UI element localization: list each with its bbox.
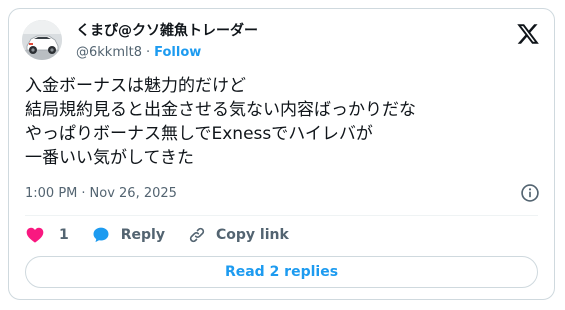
read-replies-label: Read 2 replies — [224, 264, 339, 280]
follow-button[interactable]: Follow — [154, 44, 201, 61]
tweet-actions: 1 Reply Copy link — [25, 224, 311, 246]
link-icon — [189, 227, 205, 243]
tweet-text-line: 一番いい気がしてきた — [25, 148, 194, 168]
like-button[interactable]: 1 — [25, 225, 69, 245]
timestamp-separator: · — [81, 186, 86, 201]
reply-label: Reply — [120, 227, 165, 243]
heart-icon — [26, 227, 44, 243]
x-logo-icon[interactable] — [516, 22, 540, 46]
author-handle-row: @6kkmlt8 · Follow — [76, 44, 201, 61]
car-photo — [22, 20, 62, 60]
tweet-time: 1:00 PM — [25, 186, 78, 201]
tweet-card: くまぴ@クソ雑魚トレーダー @6kkmlt8 · Follow 入金ボーナスは魅… — [8, 8, 555, 300]
tweet-text-line: やっぱりボーナス無しでExnessでハイレバが — [25, 124, 373, 144]
tweet-timestamp[interactable]: 1:00 PM · Nov 26, 2025 — [25, 185, 177, 202]
author-name-row: くまぴ@クソ雑魚トレーダー — [76, 22, 258, 40]
reply-button[interactable]: Reply — [91, 225, 165, 245]
tweet-text: 入金ボーナスは魅力的だけど 結局規約見ると出金させる気ない内容ばっかりだな やっ… — [25, 74, 545, 170]
info-icon[interactable] — [520, 183, 540, 203]
handle-separator: · — [145, 45, 151, 60]
copy-link-button[interactable]: Copy link — [187, 225, 289, 245]
author-avatar[interactable] — [22, 20, 62, 60]
divider — [25, 215, 538, 216]
read-replies-button[interactable]: Read 2 replies — [25, 256, 538, 288]
speech-bubble-icon — [93, 227, 109, 243]
like-count: 1 — [59, 227, 69, 243]
tweet-text-line: 結局規約見ると出金させる気ない内容ばっかりだな — [25, 100, 416, 120]
tweet-date: Nov 26, 2025 — [89, 186, 177, 201]
copy-link-label: Copy link — [215, 227, 289, 243]
tweet-text-line: 入金ボーナスは魅力的だけど — [25, 76, 246, 96]
author-display-name[interactable]: くまぴ@クソ雑魚トレーダー — [76, 22, 258, 40]
author-handle[interactable]: @6kkmlt8 — [76, 44, 142, 61]
